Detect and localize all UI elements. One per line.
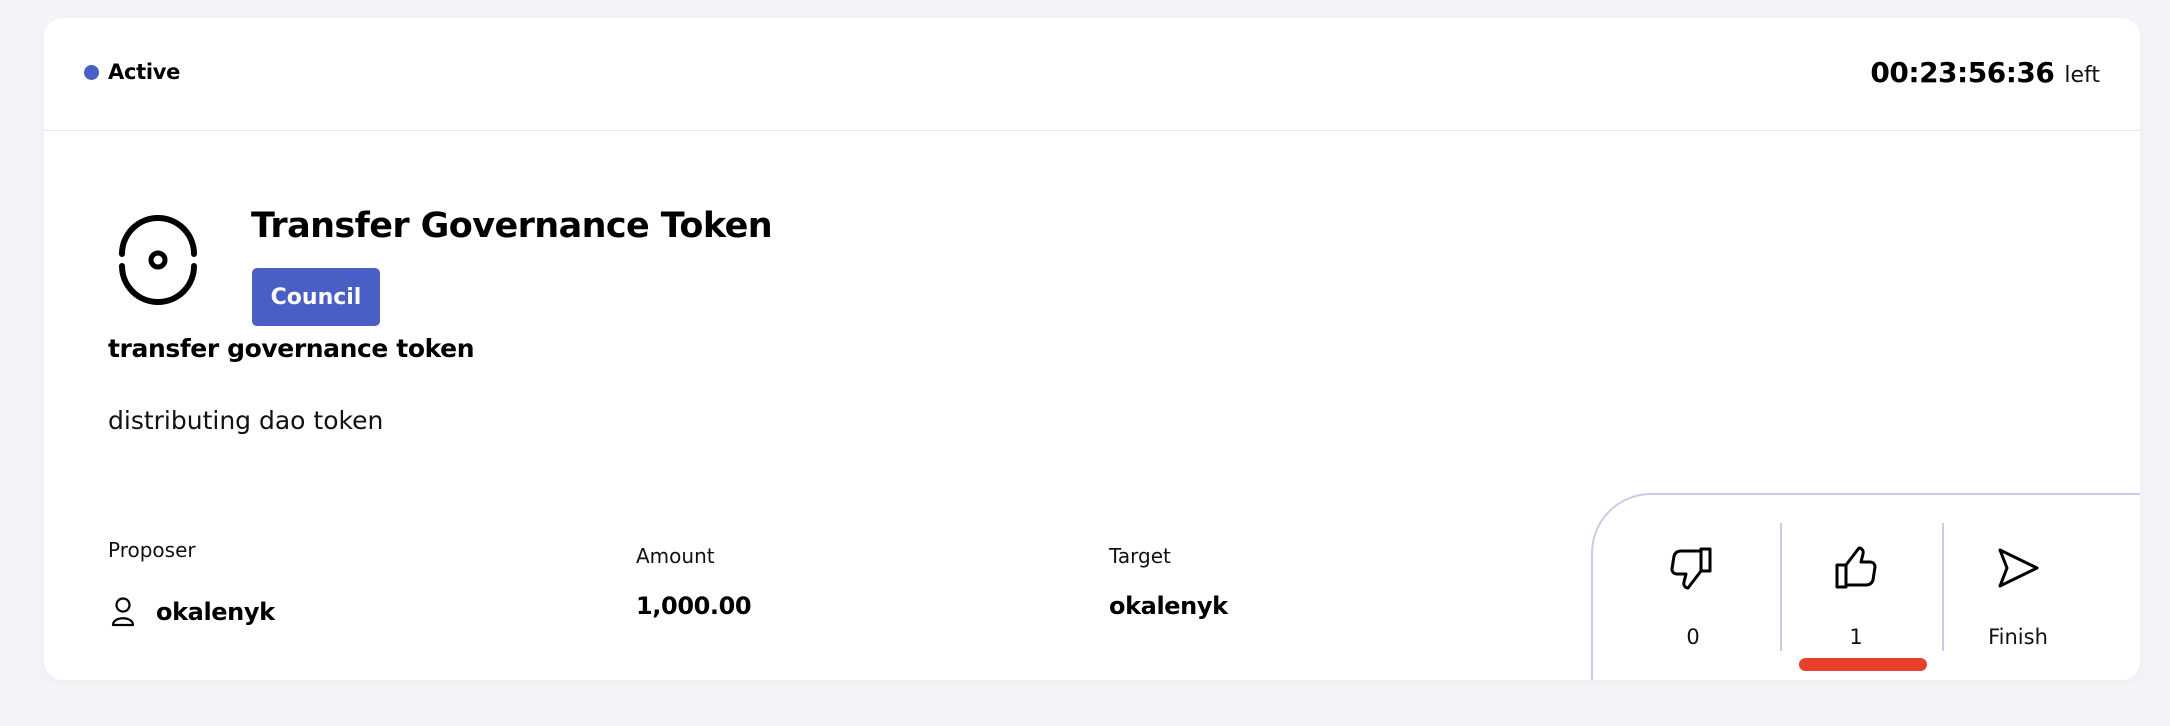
vote-divider <box>1780 523 1782 651</box>
card-header: Active 00:23:56:36 left <box>44 18 2140 131</box>
proposal-description: distributing dao token <box>108 406 384 435</box>
proposal-target-icon <box>119 215 197 305</box>
council-badge-button[interactable]: Council <box>252 268 380 326</box>
target-value[interactable]: okalenyk <box>1109 592 1228 620</box>
status-label: Active <box>108 60 181 84</box>
like-count: 1 <box>1849 625 1863 649</box>
user-icon <box>111 597 135 627</box>
amount-label: Amount <box>636 544 715 568</box>
vote-divider <box>1942 523 1944 651</box>
proposal-title: Transfer Governance Token <box>251 206 773 246</box>
dislike-count: 0 <box>1686 625 1700 649</box>
finish-label: Finish <box>1988 625 2048 649</box>
dislike-vote-button[interactable]: 0 <box>1633 495 1753 680</box>
finish-button[interactable]: Finish <box>1958 495 2078 680</box>
status-dot-icon <box>84 64 99 80</box>
vote-panel: 0 1 Finish <box>1591 493 2140 680</box>
proposer-label: Proposer <box>108 538 196 562</box>
proposal-card: Active 00:23:56:36 left Transfer Governa… <box>44 18 2140 680</box>
countdown-timer: 00:23:56:36 left <box>1870 56 2100 89</box>
target-label: Target <box>1109 544 1171 568</box>
like-vote-button[interactable]: 1 <box>1796 495 1916 680</box>
timer-value: 00:23:56:36 <box>1870 56 2055 89</box>
timer-suffix: left <box>2064 63 2100 88</box>
send-icon <box>1998 548 2039 588</box>
thumbs-up-icon <box>1835 546 1877 589</box>
highlight-underline <box>1799 658 1927 671</box>
proposer-value[interactable]: okalenyk <box>156 598 275 626</box>
proposal-subtitle: transfer governance token <box>108 334 475 363</box>
status-indicator: Active <box>84 60 180 84</box>
thumbs-down-icon <box>1670 547 1712 590</box>
amount-value: 1,000.00 <box>636 592 752 620</box>
